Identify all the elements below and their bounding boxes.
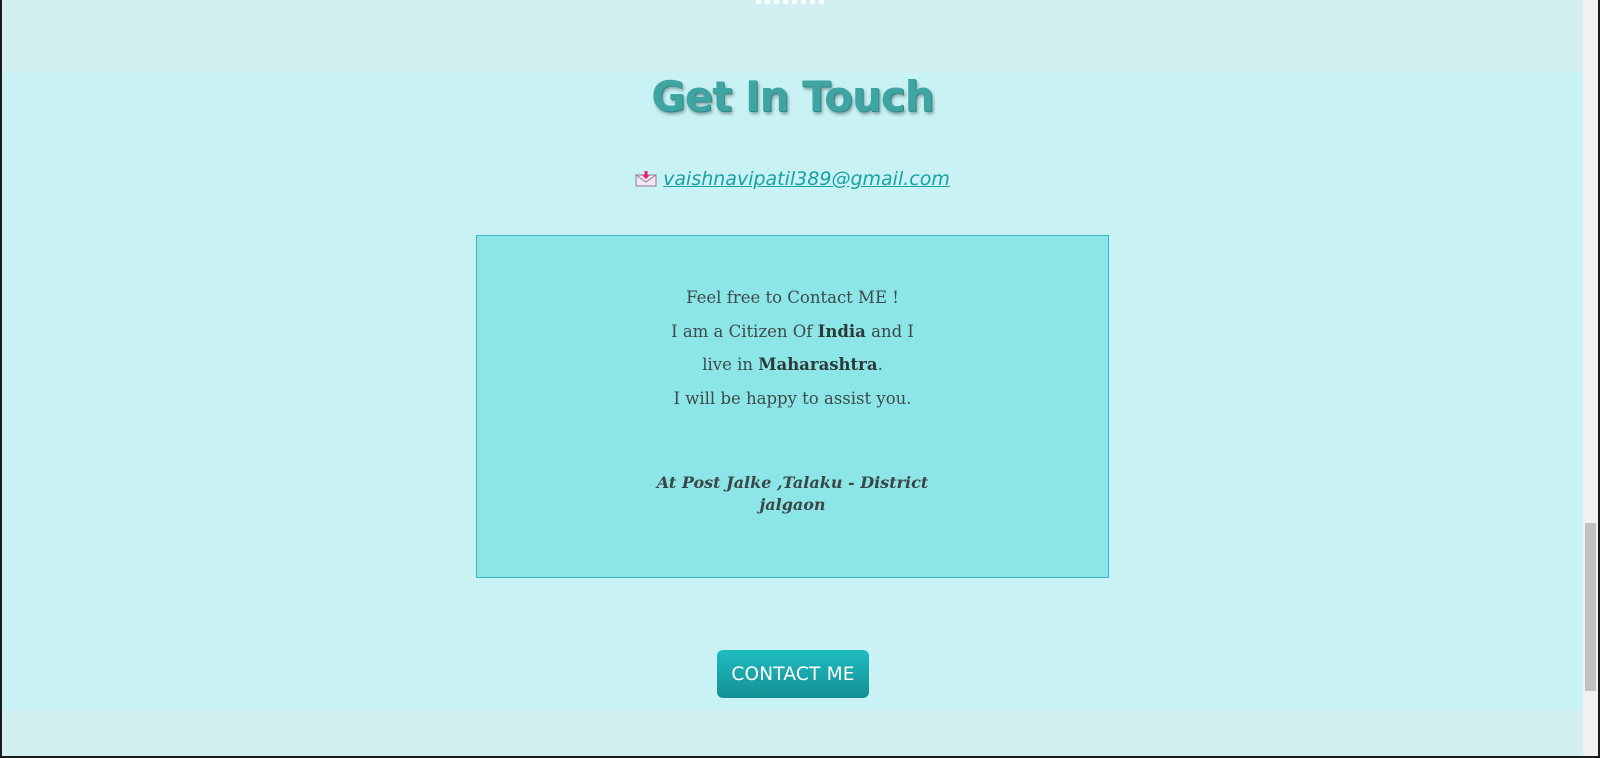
dot[interactable] xyxy=(783,0,788,4)
contact-me-button[interactable]: CONTACT ME xyxy=(717,650,869,698)
email-row: vaishnavipatil389@gmail.com xyxy=(2,168,1583,190)
address-line: jalgaon xyxy=(759,495,826,514)
dot[interactable] xyxy=(792,0,797,4)
vertical-scrollbar[interactable] xyxy=(1583,0,1598,756)
carousel-dots xyxy=(756,0,824,4)
email-link[interactable]: vaishnavipatil389@gmail.com xyxy=(635,168,950,190)
country-name: India xyxy=(817,321,866,341)
dot[interactable] xyxy=(765,0,770,4)
section-title: Get In Touch xyxy=(651,72,934,121)
address-line: At Post Jalke ,Talaku - District xyxy=(656,473,929,492)
page-viewport: Get In Touch vaishnavipatil389@gmail.com… xyxy=(2,0,1583,756)
email-text: vaishnavipatil389@gmail.com xyxy=(663,168,950,190)
message-line: live in Maharashtra. xyxy=(702,355,883,374)
message-line: I am a Citizen Of India and I xyxy=(671,321,914,341)
dot[interactable] xyxy=(774,0,779,4)
dot[interactable] xyxy=(810,0,815,4)
dot[interactable] xyxy=(756,0,761,4)
address: At Post Jalke ,Talaku - District jalgaon xyxy=(477,472,1108,516)
message-line: Feel free to Contact ME ! xyxy=(686,288,899,307)
state-name: Maharashtra xyxy=(758,355,878,374)
envelope-download-icon xyxy=(635,170,657,187)
message-line: I will be happy to assist you. xyxy=(673,388,912,408)
dot[interactable] xyxy=(801,0,806,4)
scrollbar-thumb[interactable] xyxy=(1585,523,1596,691)
contact-message: Feel free to Contact ME ! I am a Citizen… xyxy=(477,281,1108,415)
dot[interactable] xyxy=(819,0,824,4)
contact-info-card: Feel free to Contact ME ! I am a Citizen… xyxy=(476,235,1109,578)
